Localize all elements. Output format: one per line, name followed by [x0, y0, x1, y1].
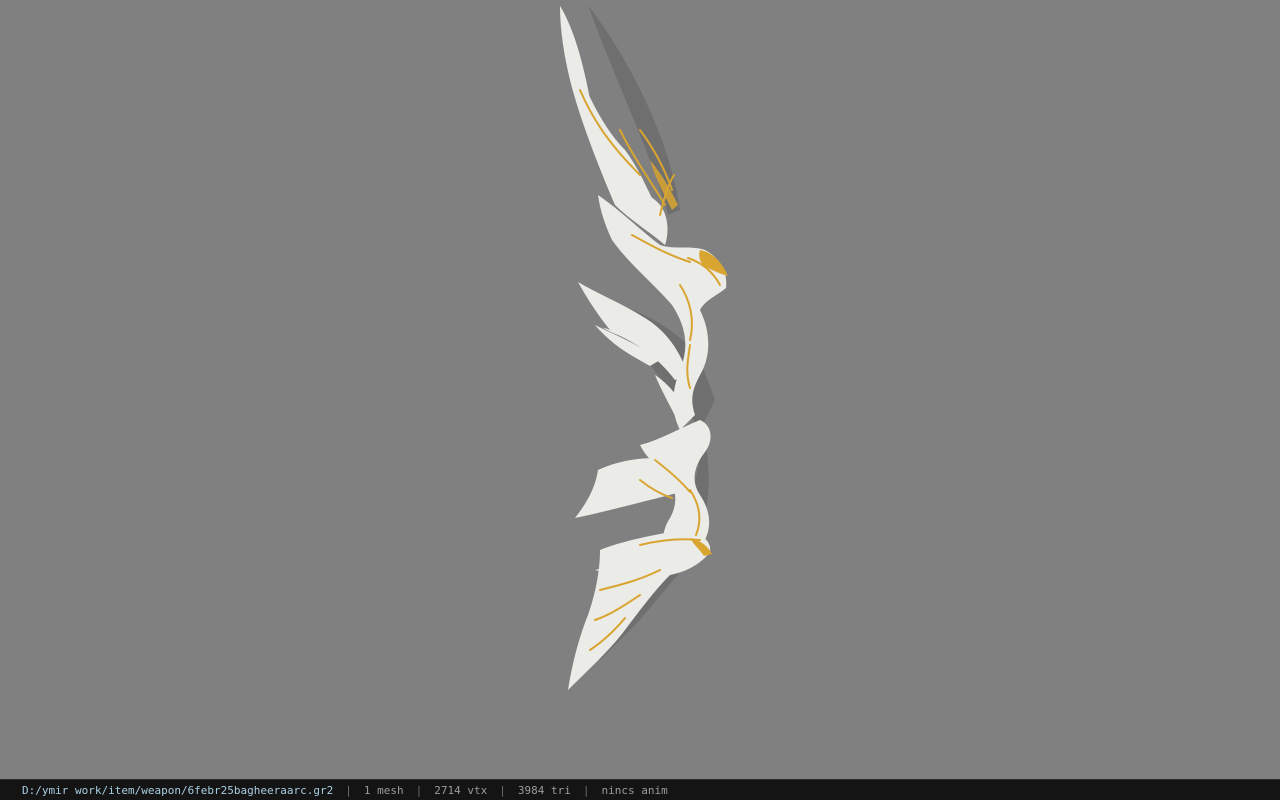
bow-model [560, 5, 728, 690]
status-bar: D:/ymir work/item/weapon/6febr25bagheera… [0, 779, 1280, 800]
triangle-count: 3984 tri [517, 783, 571, 797]
file-path: D:/ymir work/item/weapon/6febr25bagheera… [22, 783, 334, 797]
separator: | [415, 783, 423, 797]
separator: | [499, 783, 506, 797]
mesh-count: 1 mesh [363, 783, 404, 797]
vertex-count: 2714 vtx [434, 783, 488, 797]
separator: | [345, 783, 352, 797]
3d-viewport[interactable] [0, 0, 1280, 779]
separator: | [582, 783, 590, 797]
animation-status: nincs anim [601, 783, 668, 797]
